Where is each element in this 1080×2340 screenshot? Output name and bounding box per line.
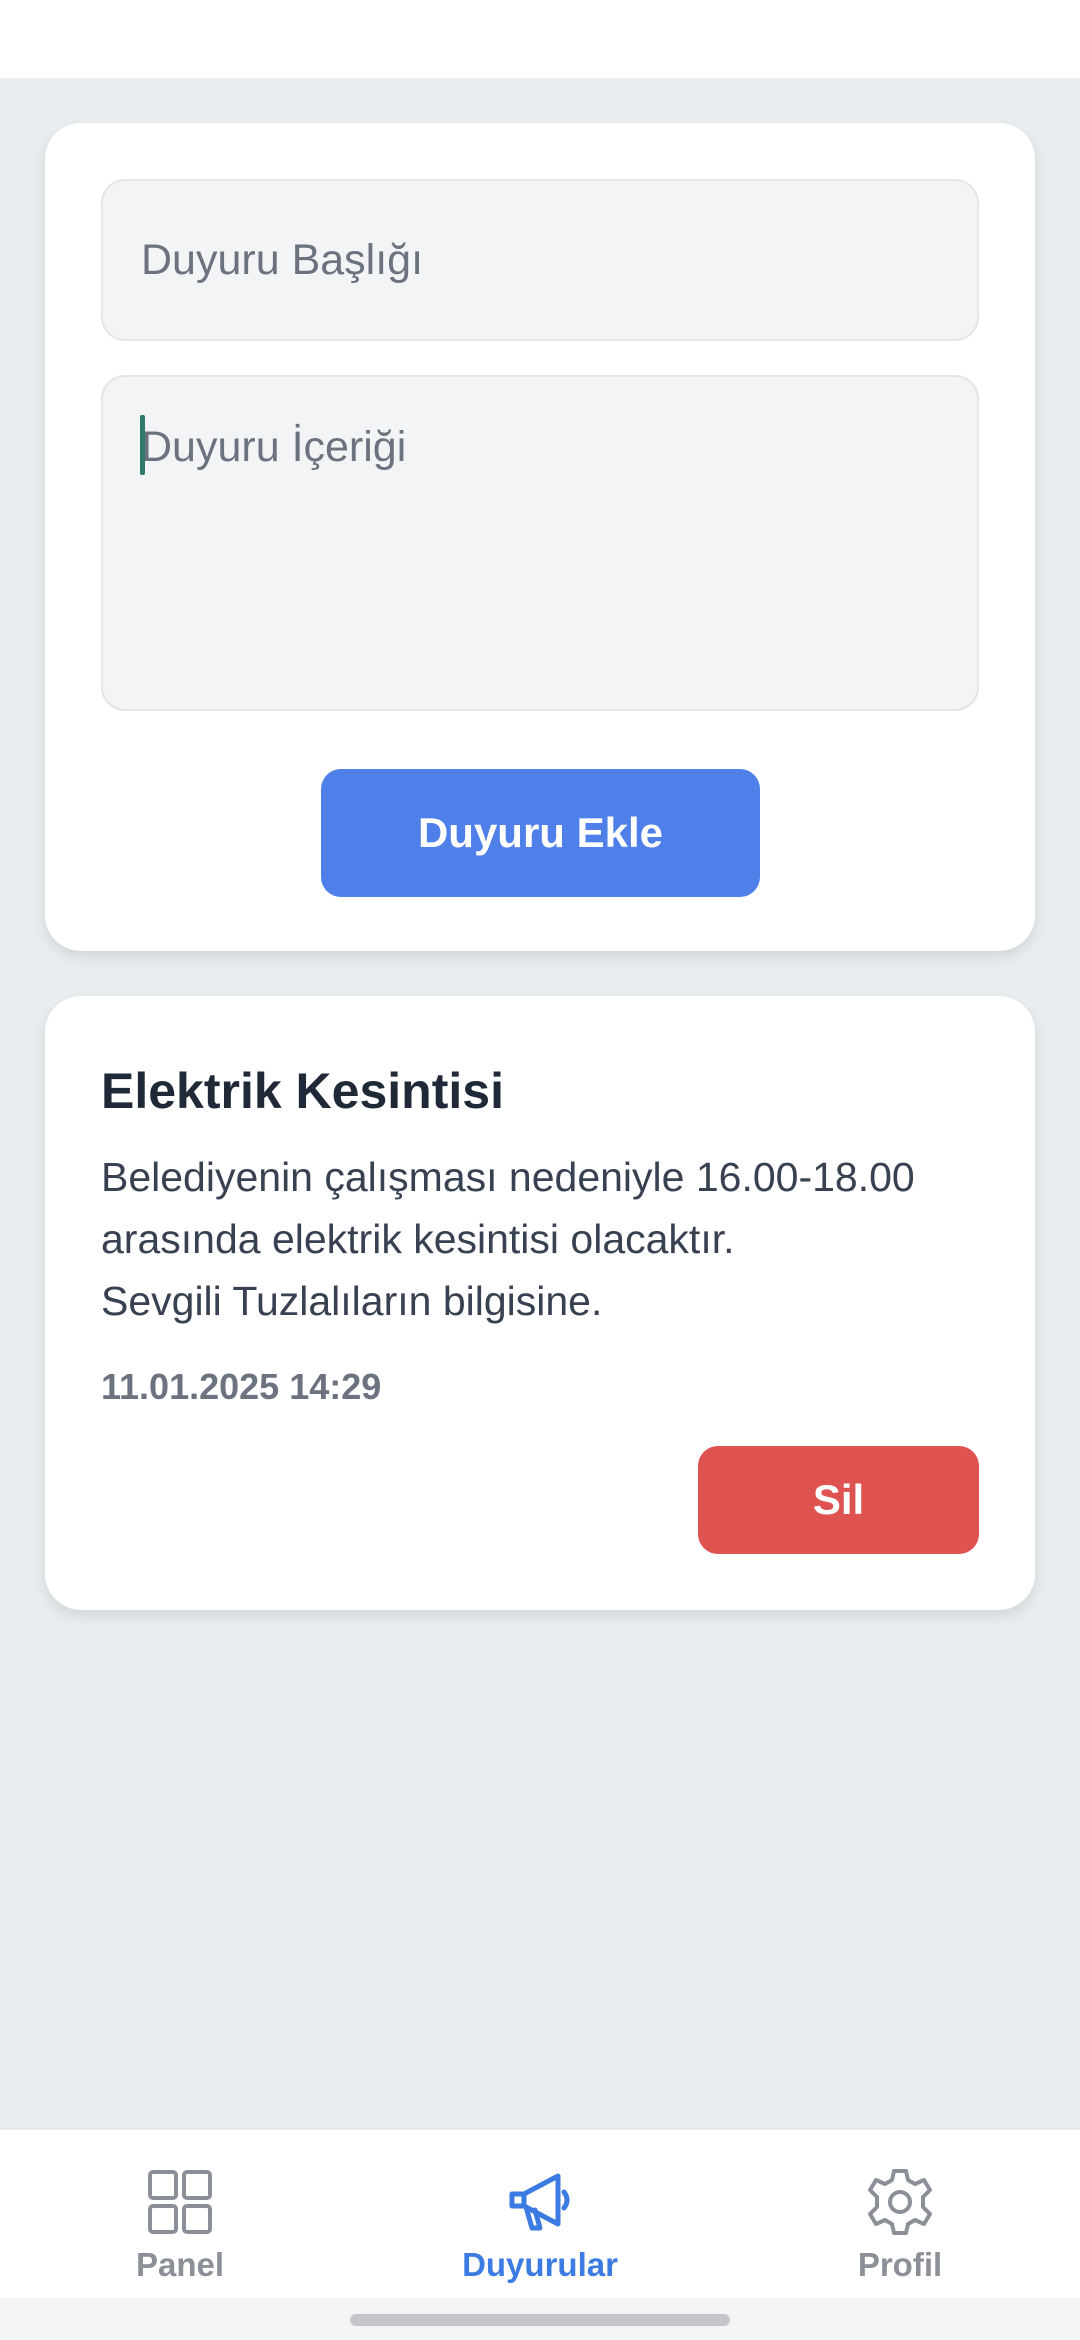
gear-icon — [868, 2169, 932, 2235]
nav-label-profil: Profil — [857, 2246, 943, 2283]
announcement-card: Elektrik Kesintisi Belediyenin çalışması… — [45, 996, 1035, 1610]
announcement-title-input[interactable] — [101, 179, 979, 341]
nav-item-panel[interactable]: Panel — [0, 2130, 360, 2300]
announcement-content-input[interactable] — [101, 375, 979, 711]
megaphone-icon — [509, 2173, 570, 2231]
add-announcement-button[interactable]: Duyuru Ekle — [321, 769, 760, 897]
announcement-title: Elektrik Kesintisi — [101, 1063, 504, 1119]
nav-label-duyurular: Duyurular — [462, 2246, 618, 2283]
announcement-form-card: Duyuru Ekle — [45, 123, 1035, 951]
text-cursor — [140, 415, 145, 475]
announcement-body: Belediyenin çalışması nedeniyle 16.00-18… — [101, 1154, 915, 1324]
nav-item-profil[interactable]: Profil — [720, 2130, 1080, 2300]
nav-item-duyurular[interactable]: Duyurular — [360, 2130, 720, 2300]
bottom-navigation: Panel Duyurular Profil — [0, 2128, 1080, 2298]
delete-button[interactable]: Sil — [698, 1446, 979, 1554]
nav-label-panel: Panel — [135, 2246, 225, 2283]
status-bar — [0, 0, 1080, 78]
announcement-date: 11.01.2025 14:29 — [101, 1366, 382, 1407]
home-indicator[interactable] — [350, 2314, 730, 2326]
grid-icon — [148, 2170, 212, 2234]
